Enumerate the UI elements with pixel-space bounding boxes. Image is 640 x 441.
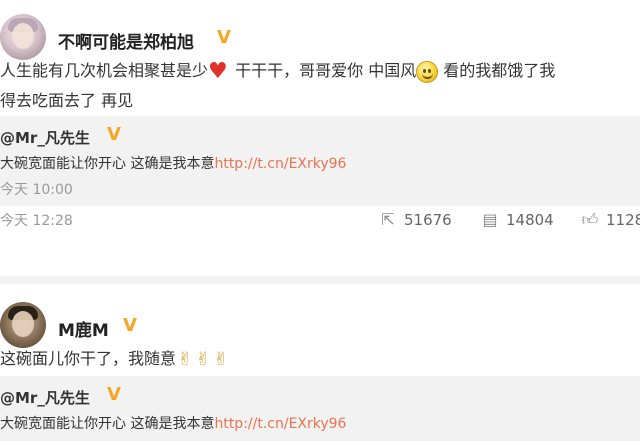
repost-card[interactable]: @Mr_凡先生 V 大碗宽面能让你开心 这确是我本意http://t.cn/EX…	[0, 116, 640, 206]
repost-username[interactable]: @Mr_凡先生	[0, 127, 90, 148]
thumbs-up-icon: 👍︎	[581, 210, 599, 229]
repost-count: 51676	[404, 211, 452, 229]
verified-badge-icon: V	[107, 124, 121, 145]
avatar[interactable]	[0, 14, 46, 60]
victory-hand-emoji-icon: ✌	[195, 348, 211, 370]
like-button[interactable]: 👍︎ 1128	[580, 210, 640, 232]
repost-timestamp: 今天 10:00	[0, 182, 73, 198]
verified-badge-icon: V	[107, 384, 121, 405]
repost-link[interactable]: http://t.cn/EXrky96	[214, 416, 346, 432]
comment-icon: ▤	[482, 210, 498, 229]
verified-badge-icon: V	[123, 315, 137, 336]
post-username[interactable]: M鹿M	[58, 316, 109, 341]
repost-card[interactable]: @Mr_凡先生 V 大碗宽面能让你开心 这确是我本意http://t.cn/EX…	[0, 376, 640, 441]
repost-link[interactable]: http://t.cn/EXrky96	[214, 156, 346, 172]
smiley-emoji-icon	[416, 60, 439, 83]
repost-button[interactable]: ⇱ 51676	[378, 210, 452, 232]
repost-text: 大碗宽面能让你开心 这确是我本意http://t.cn/EXrky96	[0, 153, 346, 173]
post-text-segment: 看的我都饿了我	[443, 61, 556, 80]
post-footer: 今天 12:28 ⇱ 51676 ▤ 14804 👍︎ 1128	[0, 206, 640, 240]
avatar[interactable]	[0, 302, 46, 348]
post-text-segment: 干干干，哥哥爱你 中国风	[235, 61, 417, 80]
post-text-segment: 这碗面儿你干了，我随意	[0, 349, 177, 368]
heart-emoji-icon: ♥	[208, 58, 228, 84]
post-timestamp: 今天 12:28	[0, 213, 73, 229]
repost-text-body: 大碗宽面能让你开心 这确是我本意	[0, 416, 215, 432]
like-count: 1128	[606, 211, 640, 229]
victory-hand-emoji-icon: ✌	[213, 348, 229, 370]
verified-badge-icon: V	[217, 27, 231, 48]
victory-hand-emoji-icon: ✌	[177, 348, 193, 370]
repost-text-body: 大碗宽面能让你开心 这确是我本意	[0, 156, 215, 172]
post-text-line-2: 得去吃面去了 再见	[0, 91, 134, 110]
comment-button[interactable]: ▤ 14804	[480, 210, 554, 232]
comment-count: 14804	[506, 211, 554, 229]
post-username[interactable]: 不啊可能是郑柏旭	[58, 28, 194, 53]
post-text-line-1: 这碗面儿你干了，我随意✌ ✌ ✌	[0, 346, 230, 372]
repost-icon: ⇱	[381, 210, 395, 229]
post-text-segment: 人生能有几次机会相聚甚是少	[0, 61, 209, 80]
repost-username[interactable]: @Mr_凡先生	[0, 387, 90, 408]
repost-text: 大碗宽面能让你开心 这确是我本意http://t.cn/EXrky96	[0, 413, 346, 433]
post-text-line-1: 人生能有几次机会相聚甚是少♥ 干干干，哥哥爱你 中国风 看的我都饿了我	[0, 58, 555, 84]
post-divider	[0, 276, 640, 284]
